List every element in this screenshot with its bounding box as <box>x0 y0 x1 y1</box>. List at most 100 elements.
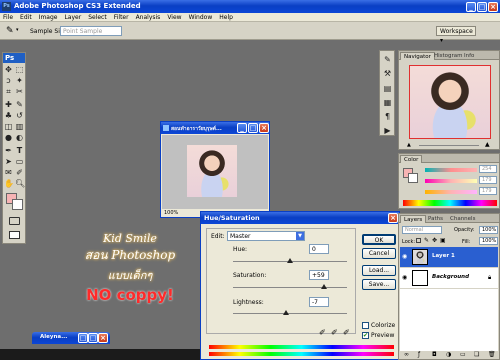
layer-row[interactable]: ◉ Background 🔒︎ <box>400 268 498 288</box>
lasso-tool-icon[interactable]: ↄ <box>4 76 13 85</box>
saturation-slider-thumb[interactable] <box>320 284 327 289</box>
gradient-tool-icon[interactable]: ▥ <box>15 122 24 131</box>
hue-slider-thumb[interactable] <box>287 258 293 263</box>
ok-button[interactable]: OK <box>362 234 396 245</box>
blue-value[interactable]: 179 <box>479 187 497 195</box>
hue-saturation-title-bar[interactable]: Hue/Saturation × <box>201 212 399 224</box>
visibility-eye-icon[interactable]: ◉ <box>402 274 407 281</box>
shape-tool-icon[interactable]: ▭ <box>15 157 24 166</box>
opacity-input[interactable]: 100% <box>479 226 498 234</box>
marquee-tool-icon[interactable]: ⬚ <box>15 65 24 74</box>
edit-select[interactable]: Master ▼ <box>227 231 305 241</box>
cancel-button[interactable]: Cancel <box>362 248 396 259</box>
slice-tool-icon[interactable]: ✂ <box>15 87 24 96</box>
doc-close-button[interactable]: × <box>259 123 269 133</box>
lightness-slider-thumb[interactable] <box>283 310 289 315</box>
link-layers-icon[interactable]: ∞ <box>404 351 409 358</box>
layer-mask-icon[interactable]: ◘ <box>432 351 437 358</box>
blend-mode-select[interactable]: Normal <box>402 226 442 234</box>
pen-tool-icon[interactable]: ✒ <box>4 146 13 155</box>
actions-panel-icon[interactable]: ▶ <box>383 126 392 135</box>
brushes-panel-icon[interactable]: ✎ <box>383 55 392 64</box>
lock-position-icon[interactable]: ✥ <box>432 237 437 244</box>
load-button[interactable]: Load... <box>362 265 396 276</box>
workspace-button[interactable]: Workspace ▾ <box>436 26 476 44</box>
lightness-slider[interactable] <box>233 313 347 314</box>
eyedropper-minus-icon[interactable]: ✐ <box>343 328 350 337</box>
tab-navigator[interactable]: Navigator <box>400 52 435 60</box>
new-layer-icon[interactable]: ❏ <box>474 351 479 358</box>
history-panel-icon[interactable]: ▦ <box>383 98 392 107</box>
lock-transparency-icon[interactable] <box>416 238 421 243</box>
layer-row[interactable]: ◉ Layer 1 <box>400 247 498 267</box>
menu-analysis[interactable]: Analysis <box>136 14 161 21</box>
path-selection-icon[interactable]: ➤ <box>4 157 13 166</box>
save-button[interactable]: Save... <box>362 279 396 290</box>
sample-size-select[interactable]: Point Sample <box>60 26 122 36</box>
lock-pixels-icon[interactable]: ✎ <box>424 237 429 244</box>
menu-filter[interactable]: Filter <box>114 14 129 21</box>
magic-wand-tool-icon[interactable]: ✦ <box>15 76 24 85</box>
minimize-button[interactable]: _ <box>466 2 476 12</box>
healing-brush-icon[interactable]: ✚ <box>4 100 13 109</box>
menu-layer[interactable]: Layer <box>64 14 81 21</box>
lock-all-icon[interactable]: ▣ <box>440 237 446 244</box>
notes-tool-icon[interactable]: ✉ <box>4 168 13 177</box>
screen-mode-icon[interactable] <box>9 231 20 239</box>
tab-channels[interactable]: Channels <box>447 215 478 223</box>
min-window-restore-button[interactable]: □ <box>78 333 88 343</box>
color-background-swatch[interactable] <box>408 173 418 183</box>
min-window-close-button[interactable]: × <box>98 333 108 343</box>
clone-stamp-icon[interactable]: ♣ <box>4 111 13 120</box>
new-group-icon[interactable]: ▭ <box>460 351 466 358</box>
menu-edit[interactable]: Edit <box>20 14 32 21</box>
lightness-input[interactable]: -7 <box>309 297 329 307</box>
zoom-tool-icon[interactable]: 🔍︎ <box>15 179 25 188</box>
crop-tool-icon[interactable]: ⌗ <box>4 87 13 96</box>
hue-input[interactable]: 0 <box>309 244 329 254</box>
quick-mask-icon[interactable] <box>9 217 20 225</box>
maximize-button[interactable]: □ <box>477 2 487 12</box>
move-tool-icon[interactable]: ✥ <box>4 65 13 74</box>
visibility-eye-icon[interactable]: ◉ <box>402 253 407 260</box>
navigator-zoom-slider[interactable] <box>419 145 479 146</box>
menu-help[interactable]: Help <box>219 14 233 21</box>
saturation-slider[interactable] <box>233 287 347 288</box>
doc-maximize-button[interactable]: □ <box>248 123 258 133</box>
minimized-window-aleyna[interactable]: Aleyna... □ □ × <box>32 332 110 344</box>
history-brush-icon[interactable]: ↺ <box>15 111 24 120</box>
type-tool-icon[interactable]: T <box>15 146 24 155</box>
eyedropper-icon[interactable]: ✎ <box>6 26 14 36</box>
eraser-tool-icon[interactable]: ◫ <box>4 122 13 131</box>
red-channel-bar[interactable] <box>425 168 477 172</box>
blur-tool-icon[interactable]: ● <box>4 133 13 142</box>
tool-preset-dropdown[interactable]: ▾ <box>16 27 19 33</box>
background-color-swatch[interactable] <box>12 199 23 210</box>
dodge-tool-icon[interactable]: ◐ <box>15 133 24 142</box>
document-canvas-area[interactable] <box>162 135 268 209</box>
tool-presets-icon[interactable]: ⚒ <box>383 69 392 78</box>
green-value[interactable]: 179 <box>479 176 497 184</box>
doc-minimize-button[interactable]: _ <box>237 123 247 133</box>
eyedropper-plus-icon[interactable]: ✐ <box>331 328 338 337</box>
color-spectrum-ramp[interactable] <box>403 200 497 206</box>
zoom-in-icon[interactable]: ▲ <box>485 141 490 148</box>
colorize-checkbox[interactable] <box>362 322 369 329</box>
preview-checkbox[interactable]: ✔ <box>362 332 369 339</box>
zoom-out-icon[interactable]: ▲ <box>407 142 411 148</box>
paragraph-panel-icon[interactable]: ¶ <box>383 112 392 121</box>
menu-select[interactable]: Select <box>88 14 107 21</box>
blue-channel-bar[interactable] <box>425 190 477 194</box>
dialog-close-button[interactable]: × <box>388 213 398 223</box>
red-value[interactable]: 254 <box>479 165 497 173</box>
eyedropper-icon[interactable]: ✐ <box>319 328 326 337</box>
saturation-input[interactable]: +59 <box>309 270 329 280</box>
min-window-maximize-button[interactable]: □ <box>88 333 98 343</box>
brush-tool-icon[interactable]: ✎ <box>15 100 24 109</box>
tab-layers[interactable]: Layers <box>400 215 427 223</box>
menu-view[interactable]: View <box>167 14 181 21</box>
adjustment-layer-icon[interactable]: ◑ <box>446 351 451 358</box>
eyedropper-tool-icon[interactable]: ✐ <box>15 168 24 177</box>
menu-window[interactable]: Window <box>189 14 213 21</box>
navigator-preview[interactable] <box>409 65 491 139</box>
